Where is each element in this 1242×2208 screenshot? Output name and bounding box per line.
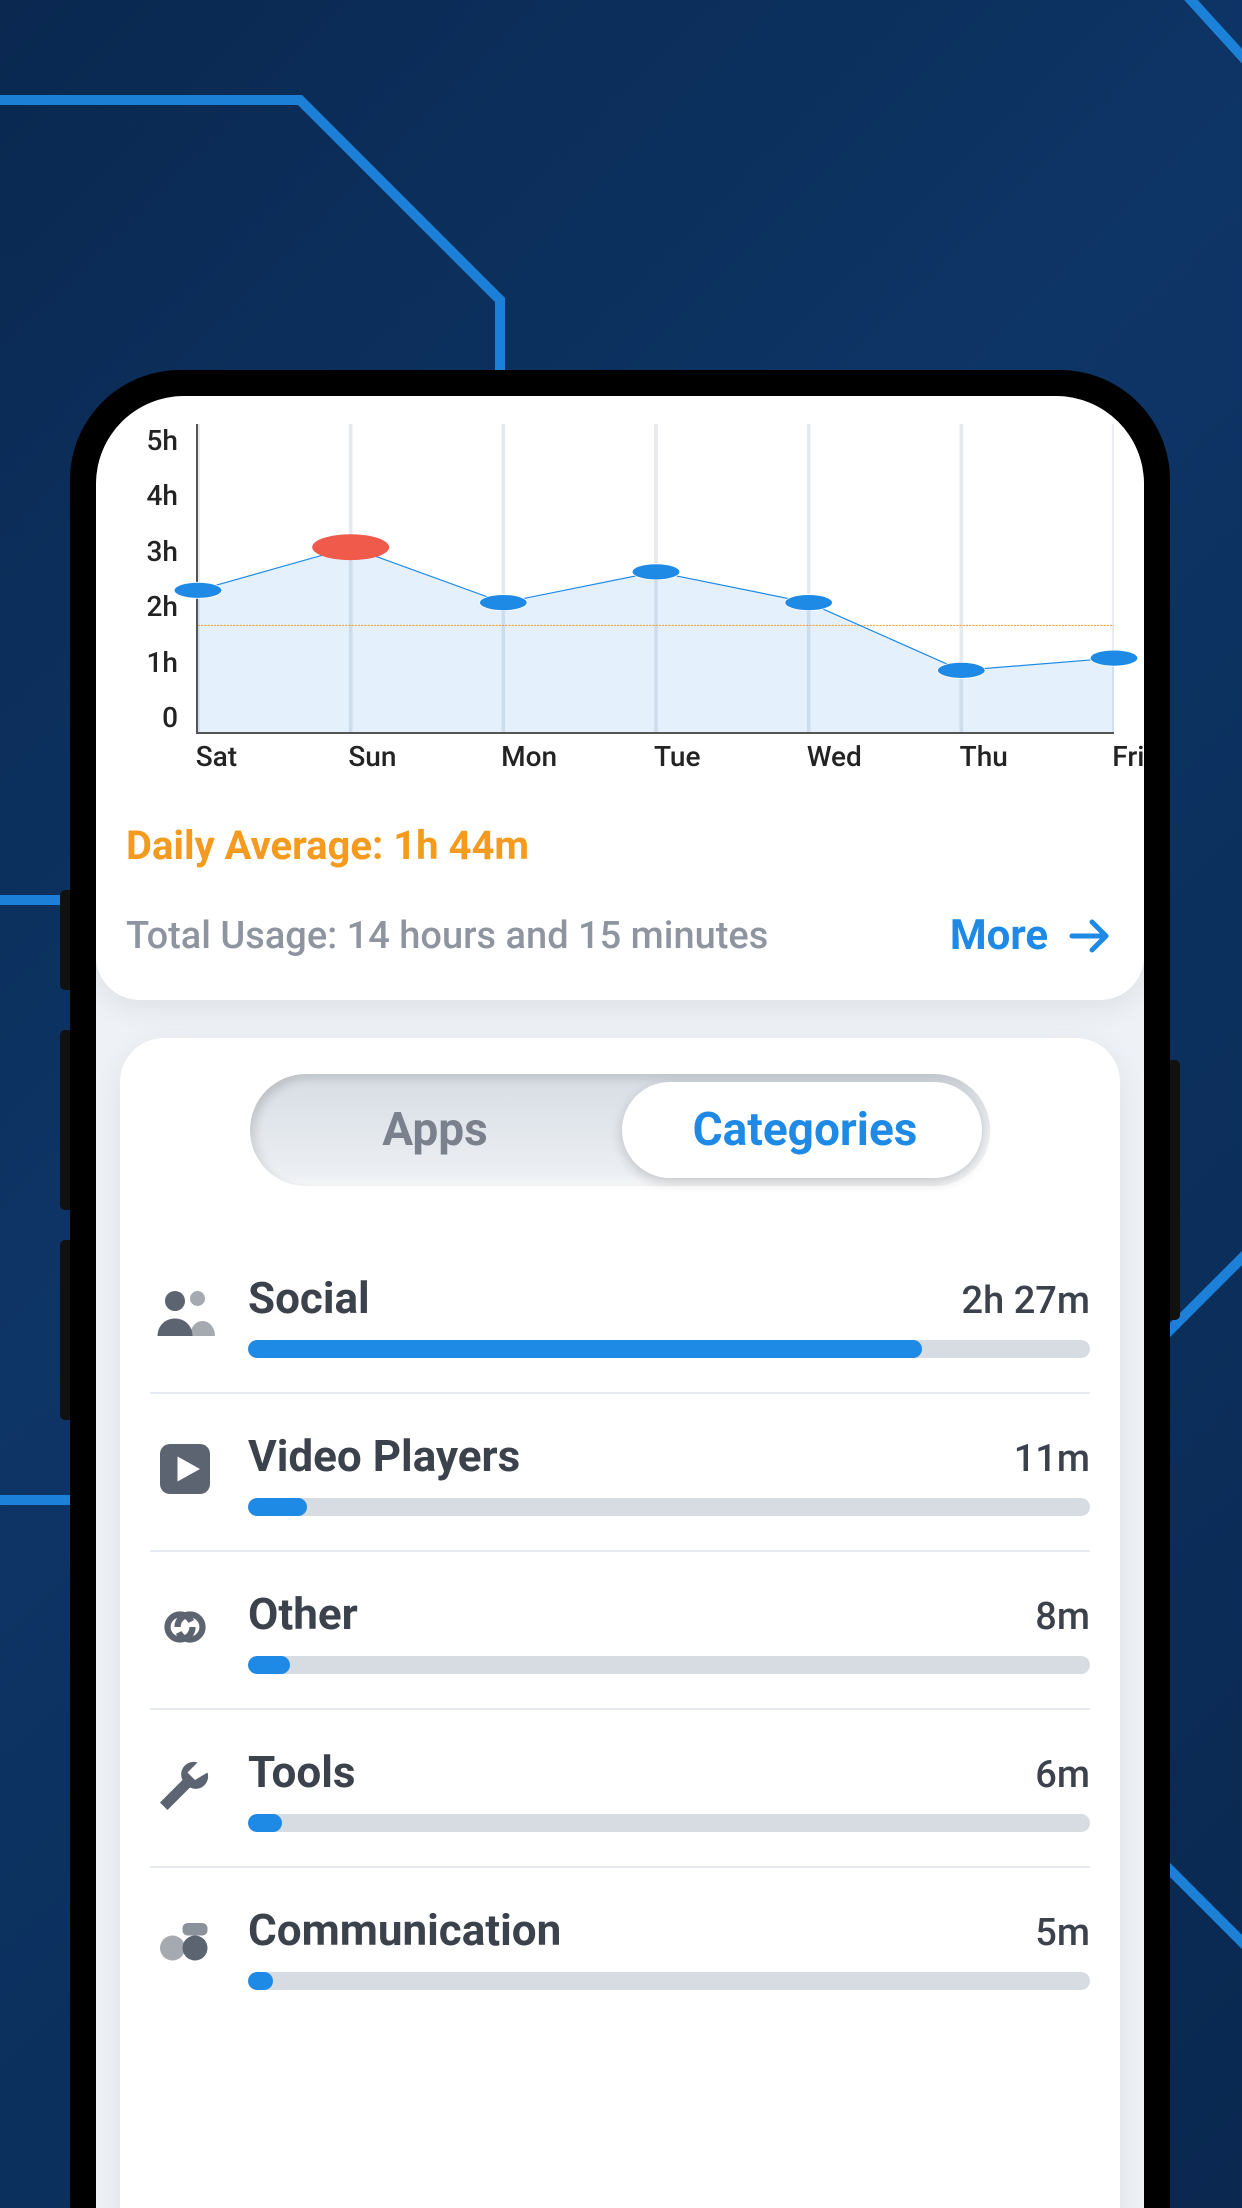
chart-x-tick: Sun (348, 740, 349, 773)
category-list: Social 2h 27m Video Players 11m (150, 1236, 1090, 2024)
category-row[interactable]: Tools 6m (150, 1710, 1090, 1868)
segmented-option-apps[interactable]: Apps (250, 1103, 620, 1157)
category-row[interactable]: Video Players 11m (150, 1394, 1090, 1552)
chart-x-tick: Tue (654, 740, 655, 773)
usage-line-chart[interactable] (196, 424, 1114, 734)
category-progress (248, 1498, 1090, 1516)
category-time: 8m (1035, 1595, 1090, 1639)
more-button[interactable]: More (950, 911, 1114, 960)
category-progress (248, 1340, 1090, 1358)
category-time: 11m (1014, 1437, 1090, 1481)
category-name: Social (248, 1272, 370, 1324)
chart-x-tick: Wed (807, 740, 808, 773)
category-progress (248, 1814, 1090, 1832)
categories-card: Apps Categories Social 2h 27m (120, 1038, 1120, 2208)
category-name: Video Players (248, 1430, 520, 1482)
chart-x-tick: Thu (960, 740, 961, 773)
phone-side-button (60, 1240, 70, 1420)
phone-side-button (60, 1030, 70, 1210)
phone-frame: 5h 4h 3h 2h 1h 0 Sat Sun Mon Tue Wed Thu Fri Daily … (70, 370, 1170, 2208)
category-row[interactable]: Other 8m (150, 1552, 1090, 1710)
chart-y-tick: 3h (126, 535, 178, 568)
chart-y-tick: 5h (126, 424, 178, 457)
chart-y-tick: 2h (126, 590, 178, 623)
category-name: Tools (248, 1746, 355, 1798)
people-icon (150, 1276, 220, 1346)
category-row[interactable]: Social 2h 27m (150, 1236, 1090, 1394)
link-icon (150, 1592, 220, 1662)
segmented-option-categories[interactable]: Categories (620, 1103, 990, 1157)
phone-side-button (60, 890, 70, 990)
chart-y-tick: 1h (126, 646, 178, 679)
total-usage-label: Total Usage: 14 hours and 15 minutes (126, 914, 768, 958)
chart-x-tick: Mon (501, 740, 502, 773)
chart-y-axis-labels: 5h 4h 3h 2h 1h 0 (126, 424, 186, 734)
category-time: 5m (1035, 1911, 1090, 1955)
category-progress (248, 1972, 1090, 1990)
category-row[interactable]: Communication 5m (150, 1868, 1090, 2024)
phone-side-button (1170, 1060, 1180, 1320)
chart-x-tick: Sat (196, 740, 197, 773)
arrow-right-icon (1066, 912, 1114, 960)
category-name: Other (248, 1588, 358, 1640)
chart-y-tick: 0 (126, 701, 178, 734)
wrench-icon (150, 1750, 220, 1820)
more-button-label: More (950, 911, 1048, 960)
daily-average-label: Daily Average: 1h 44m (126, 822, 1114, 869)
segmented-control[interactable]: Apps Categories (250, 1074, 990, 1186)
chart-x-tick: Fri (1112, 740, 1113, 773)
chart-y-tick: 4h (126, 479, 178, 512)
phone-screen: 5h 4h 3h 2h 1h 0 Sat Sun Mon Tue Wed Thu Fri Daily … (96, 396, 1144, 2208)
play-icon (150, 1434, 220, 1504)
chart-x-axis-labels: Sat Sun Mon Tue Wed Thu Fri (196, 740, 1114, 773)
category-name: Communication (248, 1904, 561, 1956)
category-progress (248, 1656, 1090, 1674)
category-time: 6m (1035, 1753, 1090, 1797)
usage-chart-card: 5h 4h 3h 2h 1h 0 Sat Sun Mon Tue Wed Thu Fri Daily … (96, 396, 1144, 1000)
category-time: 2h 27m (962, 1279, 1090, 1323)
chat-icon (150, 1908, 220, 1978)
